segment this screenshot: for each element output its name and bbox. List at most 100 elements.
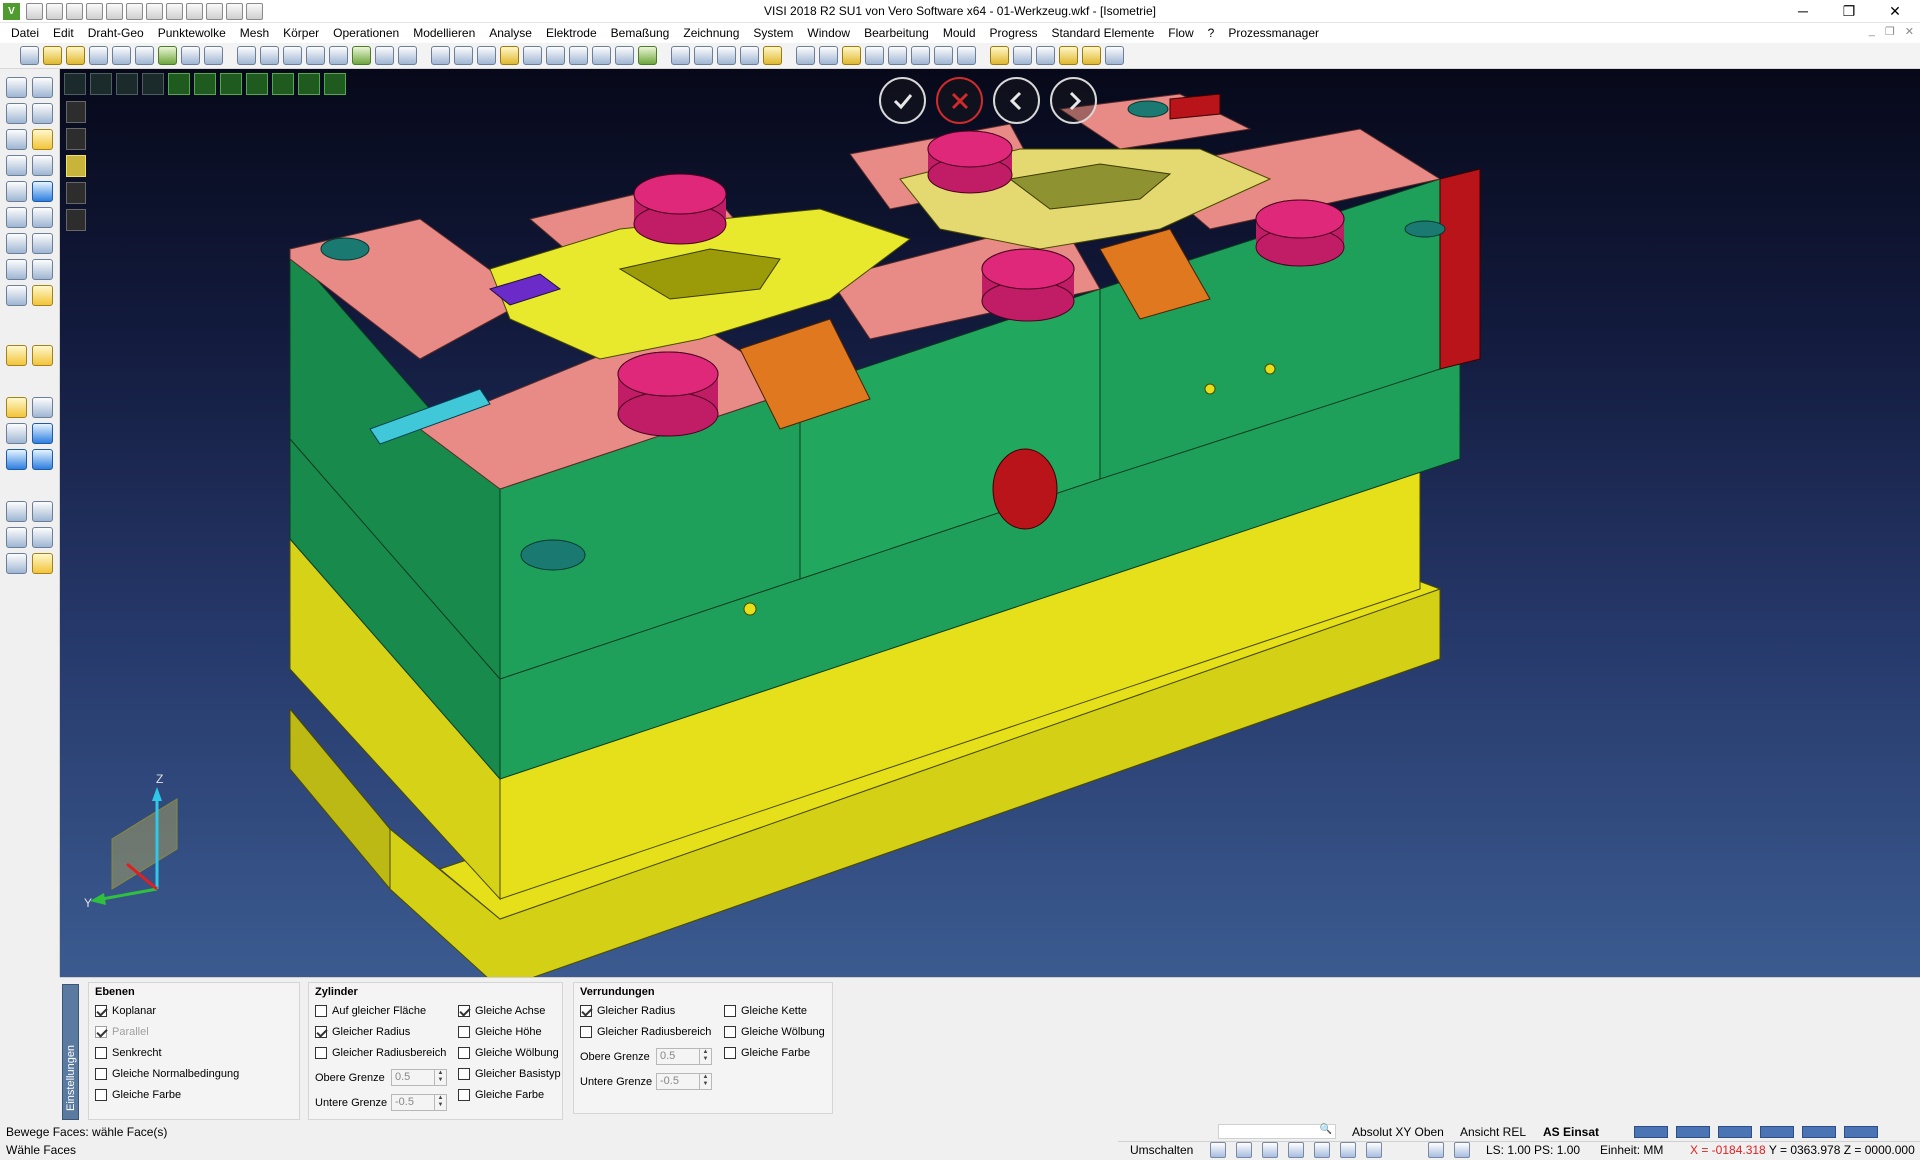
- display-wire-icon[interactable]: [66, 101, 86, 123]
- checkbox-box[interactable]: [458, 1089, 470, 1101]
- menu-flow[interactable]: Flow: [1161, 23, 1200, 43]
- image-icon[interactable]: [6, 527, 27, 548]
- checkbox-auf-gleicher-flaeche[interactable]: Auf gleicher Fläche: [315, 1005, 426, 1017]
- view-shaded-icon[interactable]: [324, 73, 346, 95]
- menu-window[interactable]: Window: [800, 23, 857, 43]
- mould-base-icon[interactable]: [819, 46, 838, 65]
- menu-mesh[interactable]: Mesh: [233, 23, 276, 43]
- arc-icon[interactable]: [32, 103, 53, 124]
- cancel-button[interactable]: [936, 77, 983, 124]
- cube-blue-icon[interactable]: [32, 423, 53, 444]
- mould-cooling-icon[interactable]: [911, 46, 930, 65]
- mould-plate-icon[interactable]: [842, 46, 861, 65]
- search-status-icon[interactable]: [1236, 1142, 1252, 1158]
- close-button[interactable]: ✕: [1872, 0, 1918, 23]
- progress-icon[interactable]: [1013, 46, 1032, 65]
- query-icon[interactable]: [6, 233, 27, 254]
- spin-arrows-icon[interactable]: ▲ ▼: [699, 1074, 711, 1089]
- section-icon[interactable]: [569, 46, 588, 65]
- next-button[interactable]: [1050, 77, 1097, 124]
- menu-koerper[interactable]: Körper: [276, 23, 326, 43]
- display-edges-icon[interactable]: [66, 182, 86, 204]
- wireframe-icon[interactable]: [523, 46, 542, 65]
- trim-icon[interactable]: [6, 129, 27, 150]
- layer-button-5[interactable]: [1802, 1126, 1836, 1138]
- menu-bearbeitung[interactable]: Bearbeitung: [857, 23, 936, 43]
- cylinder-icon[interactable]: [454, 46, 473, 65]
- checkbox-gleicher-basistyp[interactable]: Gleicher Basistyp: [458, 1068, 561, 1080]
- ansicht-rel[interactable]: Ansicht REL: [1460, 1125, 1526, 1139]
- checkbox-gleiche-kette[interactable]: Gleiche Kette: [724, 1005, 807, 1017]
- mould-model[interactable]: [60, 69, 1920, 977]
- layer-button-6[interactable]: [1844, 1126, 1878, 1138]
- new-icon[interactable]: [20, 46, 39, 65]
- rotate-icon[interactable]: [6, 207, 27, 228]
- rectangle-icon[interactable]: [6, 103, 27, 124]
- open-icon[interactable]: [43, 46, 62, 65]
- menu-operationen[interactable]: Operationen: [326, 23, 406, 43]
- checkbox-box[interactable]: [724, 1026, 736, 1038]
- box-icon[interactable]: [32, 207, 53, 228]
- spin-arrows-icon[interactable]: ▲ ▼: [434, 1070, 446, 1085]
- select-sheet-icon[interactable]: [260, 46, 279, 65]
- checkbox-box[interactable]: [458, 1047, 470, 1059]
- refresh-icon[interactable]: [1428, 1142, 1444, 1158]
- checkbox-gleiche-normalbedingung[interactable]: Gleiche Normalbedingung: [95, 1068, 239, 1080]
- spin-arrows-icon[interactable]: ▲ ▼: [699, 1049, 711, 1064]
- mdi-restore-button[interactable]: ❐: [1885, 25, 1895, 38]
- checkbox-verrundungen-gleiche-farbe[interactable]: Gleiche Farbe: [724, 1047, 810, 1059]
- checkbox-zylinder-gleicher-radiusbereich[interactable]: Gleicher Radiusbereich: [315, 1047, 446, 1059]
- view-back-icon[interactable]: [298, 73, 320, 95]
- previous-button[interactable]: [993, 77, 1040, 124]
- einstellungen-tab[interactable]: Einstellungen: [62, 984, 79, 1120]
- view-top-icon[interactable]: [168, 73, 190, 95]
- checkbox-box[interactable]: [95, 1047, 107, 1059]
- mdi-close-button[interactable]: ✕: [1905, 25, 1914, 38]
- checkbox-verrundungen-gleicher-radiusbereich[interactable]: Gleicher Radiusbereich: [580, 1026, 711, 1038]
- checkbox-ebenen-gleiche-farbe[interactable]: Gleiche Farbe: [95, 1089, 181, 1101]
- display-shaded-icon[interactable]: [66, 155, 86, 177]
- export-icon[interactable]: [158, 46, 177, 65]
- checkbox-box[interactable]: [315, 1047, 327, 1059]
- menu-analyse[interactable]: Analyse: [482, 23, 539, 43]
- display-section-icon[interactable]: [66, 209, 86, 231]
- color-icon[interactable]: [6, 553, 27, 574]
- context-help-icon[interactable]: [32, 345, 53, 366]
- workplane-icon[interactable]: [1454, 1142, 1470, 1158]
- menu-standard-elemente[interactable]: Standard Elemente: [1045, 23, 1162, 43]
- checkbox-senkrecht[interactable]: Senkrecht: [95, 1047, 162, 1059]
- checkbox-box[interactable]: [458, 1005, 470, 1017]
- checkbox-verrundungen-gleiche-woelbung[interactable]: Gleiche Wölbung: [724, 1026, 825, 1038]
- smiley-icon[interactable]: [763, 46, 782, 65]
- window-icon[interactable]: [204, 46, 223, 65]
- checkbox-zylinder-gleiche-woelbung[interactable]: Gleiche Wölbung: [458, 1047, 559, 1059]
- assembly-icon[interactable]: [32, 285, 53, 306]
- filter-icon[interactable]: [1262, 1142, 1278, 1158]
- checkbox-koplanar[interactable]: Koplanar: [95, 1005, 156, 1017]
- view-iso-icon[interactable]: [246, 73, 268, 95]
- select-layer-icon[interactable]: [352, 46, 371, 65]
- surface-icon[interactable]: [32, 181, 53, 202]
- standard-elements-icon[interactable]: [1105, 46, 1124, 65]
- zoom-window-icon[interactable]: [116, 73, 138, 95]
- zylinder-untere-grenze-input[interactable]: -0.5 ▲ ▼: [391, 1094, 447, 1111]
- checkbox-box[interactable]: [724, 1005, 736, 1017]
- cube-red-icon[interactable]: [32, 397, 53, 418]
- select-edge-icon[interactable]: [306, 46, 325, 65]
- strip-icon[interactable]: [1036, 46, 1055, 65]
- display-hidden-icon[interactable]: [66, 128, 86, 150]
- component-icon[interactable]: [32, 501, 53, 522]
- fit-view-icon[interactable]: [90, 73, 112, 95]
- checkbox-verrundungen-gleicher-radius[interactable]: Gleicher Radius: [580, 1005, 675, 1017]
- grid-icon[interactable]: [1366, 1142, 1382, 1158]
- electrode-icon[interactable]: [990, 46, 1009, 65]
- view-bottom-icon[interactable]: [272, 73, 294, 95]
- checkbox-box[interactable]: [458, 1068, 470, 1080]
- smiley-tool-icon[interactable]: [6, 397, 27, 418]
- menu-prozessmanager[interactable]: Prozessmanager: [1221, 23, 1326, 43]
- library-icon[interactable]: [6, 285, 27, 306]
- render-icon[interactable]: [615, 46, 634, 65]
- help-query-icon[interactable]: [6, 345, 27, 366]
- view-front-icon[interactable]: [194, 73, 216, 95]
- punch-icon[interactable]: [1059, 46, 1078, 65]
